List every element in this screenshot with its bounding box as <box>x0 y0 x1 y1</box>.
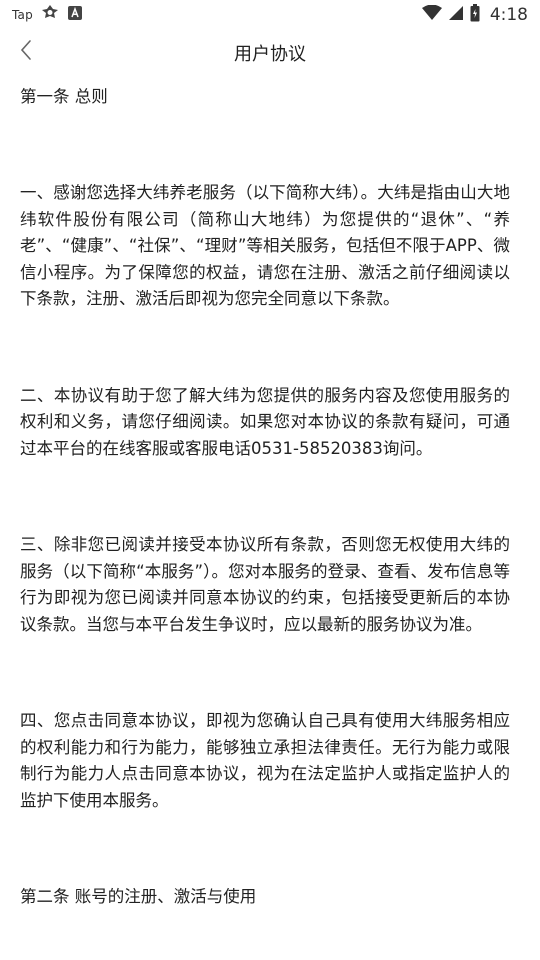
back-button[interactable] <box>8 34 44 70</box>
notification-a-icon <box>67 5 83 25</box>
agreement-content: 第一条 总则 一、感谢您选择大纬养老服务（以下简称大纬）。大纬是指由山大地纬软件… <box>20 84 510 910</box>
section-title-account: 第二条 账号的注册、激活与使用 <box>20 887 257 906</box>
agreement-paragraph-1: 一、感谢您选择大纬养老服务（以下简称大纬）。大纬是指由山大地纬软件股份有限公司（… <box>20 183 510 308</box>
section-title-general: 第一条 总则 <box>20 87 108 106</box>
game-icon <box>41 4 59 26</box>
agreement-paragraph-4: 四、您点击同意本协议，即视为您确认自己具有使用大纬服务相应的权利能力和行为能力，… <box>20 711 510 810</box>
agreement-paragraph-3: 三、除非您已阅读并接受本协议所有条款，否则您无权使用大纬的服务（以下简称“本服务… <box>20 535 510 634</box>
chevron-left-icon <box>19 39 33 65</box>
agreement-paragraph-2: 二、本协议有助于您了解大纬为您提供的服务内容及您使用服务的权利和义务，请您仔细阅… <box>20 385 510 458</box>
status-time: 4:18 <box>489 5 528 25</box>
wifi-icon <box>421 4 442 25</box>
status-bar: Tap 4:18 <box>0 0 540 30</box>
signal-icon <box>448 5 464 25</box>
status-right: 4:18 <box>421 4 528 26</box>
status-left: Tap <box>12 4 83 26</box>
battery-icon <box>470 4 480 26</box>
top-navbar: 用户协议 <box>0 30 540 76</box>
page-title: 用户协议 <box>234 44 306 65</box>
app-label: Tap <box>12 8 33 22</box>
